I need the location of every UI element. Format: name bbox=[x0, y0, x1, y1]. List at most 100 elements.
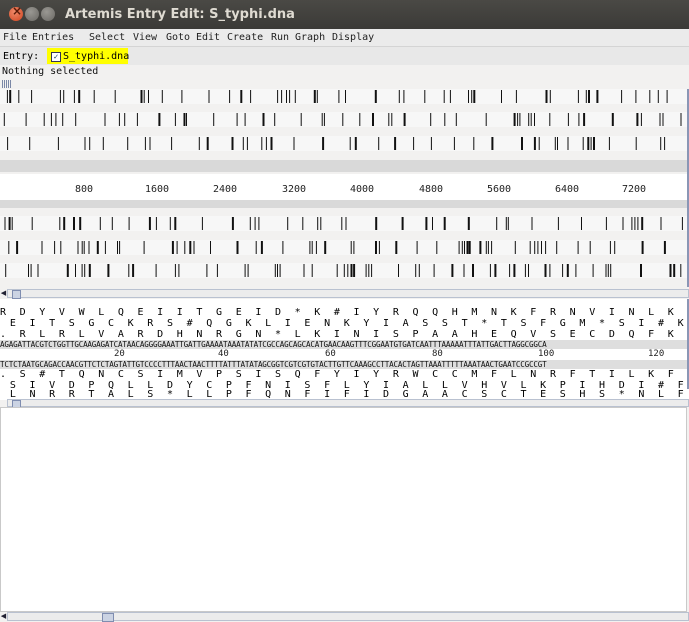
stop-codon-mark bbox=[208, 90, 210, 103]
menu-view[interactable]: View bbox=[133, 32, 157, 43]
entry-name[interactable]: S_typhi.dna bbox=[63, 51, 129, 62]
stop-codon-mark bbox=[343, 264, 345, 277]
stop-codon-mark bbox=[88, 241, 90, 254]
menu-entries[interactable]: Entries bbox=[32, 32, 74, 43]
stop-codon-mark bbox=[18, 90, 20, 103]
stop-codon-mark bbox=[302, 217, 304, 230]
feature-list[interactable] bbox=[0, 407, 687, 612]
close-icon[interactable] bbox=[9, 4, 23, 21]
stop-codon-mark bbox=[231, 137, 234, 150]
stop-codon-mark bbox=[350, 264, 353, 277]
window-title: Artemis Entry Edit: S_typhi.dna bbox=[65, 7, 295, 22]
stop-codon-mark bbox=[341, 217, 343, 230]
stop-codon-mark bbox=[176, 241, 178, 254]
stop-codon-mark bbox=[254, 217, 256, 230]
menu-run[interactable]: Run bbox=[271, 32, 289, 43]
stop-codon-mark bbox=[324, 241, 327, 254]
stop-codon-mark bbox=[169, 217, 171, 230]
stop-codon-mark bbox=[681, 217, 683, 230]
scroll-thumb[interactable] bbox=[12, 290, 21, 299]
stop-codon-mark bbox=[472, 264, 474, 277]
stop-codon-mark bbox=[140, 90, 143, 103]
stop-codon-mark bbox=[443, 217, 446, 230]
stop-codon-mark bbox=[6, 90, 8, 103]
feature-bars bbox=[6, 90, 668, 103]
stop-codon-mark bbox=[261, 137, 263, 150]
minimize-icon[interactable] bbox=[25, 7, 39, 21]
stop-codon-mark bbox=[149, 137, 151, 150]
feature-bars bbox=[8, 241, 666, 254]
menu-select[interactable]: Select bbox=[89, 32, 125, 43]
scroll-thumb[interactable] bbox=[102, 613, 114, 622]
stop-codon-mark bbox=[636, 113, 639, 126]
stop-codon-mark bbox=[184, 241, 186, 254]
stop-codon-mark bbox=[415, 264, 417, 277]
reverse-frame-track-3[interactable] bbox=[0, 263, 687, 278]
stop-codon-mark bbox=[529, 241, 531, 254]
stop-codon-mark bbox=[513, 264, 516, 277]
menu-create[interactable]: Create bbox=[227, 32, 263, 43]
overview-scrollbar[interactable] bbox=[7, 289, 689, 299]
reverse-frame-1-translation: . S # T Q N C S I M V P S I S Q F Y I Y … bbox=[0, 369, 689, 380]
stop-codon-mark bbox=[413, 137, 415, 150]
maximize-icon[interactable] bbox=[41, 7, 55, 21]
stop-codon-mark bbox=[554, 137, 556, 150]
stop-codon-mark bbox=[303, 264, 305, 277]
checkbox-checked-icon[interactable]: ✓ bbox=[51, 52, 61, 62]
stop-codon-mark bbox=[471, 90, 473, 103]
stop-codon-mark bbox=[315, 241, 317, 254]
drag-handle-icon[interactable] bbox=[2, 80, 11, 88]
forward-frame-track-1[interactable] bbox=[0, 89, 687, 104]
stop-codon-mark bbox=[7, 137, 9, 150]
stop-codon-mark bbox=[231, 217, 234, 230]
stop-codon-mark bbox=[640, 264, 642, 277]
stop-codon-mark bbox=[213, 113, 215, 126]
menu-goto[interactable]: Goto bbox=[166, 32, 190, 43]
menu-graph[interactable]: Graph bbox=[295, 32, 325, 43]
menu-display[interactable]: Display bbox=[332, 32, 374, 43]
base-view[interactable]: R D Y V W L Q E I I T G E I D * K # I Y … bbox=[0, 299, 689, 389]
ruler-tick: 5600 bbox=[487, 184, 512, 195]
stop-codon-mark bbox=[282, 241, 284, 254]
stop-codon-mark bbox=[144, 137, 146, 150]
stop-codon-mark bbox=[673, 264, 676, 277]
stop-codon-mark bbox=[528, 264, 529, 277]
forward-frame-track-2[interactable] bbox=[0, 112, 687, 127]
scroll-left-icon[interactable]: ◀ bbox=[0, 289, 7, 298]
reverse-frame-track-1[interactable] bbox=[0, 216, 687, 231]
stop-codon-mark bbox=[338, 90, 340, 103]
stop-codon-mark bbox=[549, 90, 551, 103]
stop-codon-mark bbox=[274, 113, 276, 126]
stop-codon-mark bbox=[274, 264, 276, 277]
stop-codon-mark bbox=[345, 90, 346, 103]
menu-file[interactable]: File bbox=[3, 32, 27, 43]
stop-codon-mark bbox=[155, 264, 157, 277]
reverse-frame-track-2[interactable] bbox=[0, 240, 687, 255]
stop-codon-mark bbox=[43, 113, 45, 126]
stop-codon-mark bbox=[430, 137, 432, 150]
stop-codon-mark bbox=[528, 113, 530, 126]
stop-codon-mark bbox=[640, 113, 642, 126]
stop-codon-mark bbox=[403, 113, 406, 126]
stop-codon-mark bbox=[30, 264, 32, 277]
stop-codon-mark bbox=[566, 264, 569, 277]
menu-edit[interactable]: Edit bbox=[196, 32, 220, 43]
stop-codon-mark bbox=[424, 90, 426, 103]
stop-codon-mark bbox=[556, 241, 558, 254]
stop-codon-mark bbox=[666, 90, 668, 103]
stop-codon-mark bbox=[186, 113, 187, 126]
stop-codon-mark bbox=[193, 241, 195, 254]
forward-frame-track-3[interactable] bbox=[0, 136, 687, 151]
stop-codon-mark bbox=[84, 137, 86, 150]
feature-list-scrollbar[interactable] bbox=[7, 612, 689, 622]
stop-codon-mark bbox=[577, 241, 579, 254]
ruler-tick: 3200 bbox=[282, 184, 307, 195]
stop-codon-mark bbox=[359, 113, 361, 126]
stop-codon-mark bbox=[657, 90, 659, 103]
stop-codon-mark bbox=[143, 241, 145, 254]
stop-codon-mark bbox=[607, 264, 609, 277]
stop-codon-mark bbox=[378, 241, 380, 254]
scroll-left-icon[interactable]: ◀ bbox=[0, 612, 7, 621]
base-view-scrollbar[interactable] bbox=[7, 399, 689, 408]
stop-codon-mark bbox=[372, 113, 374, 126]
